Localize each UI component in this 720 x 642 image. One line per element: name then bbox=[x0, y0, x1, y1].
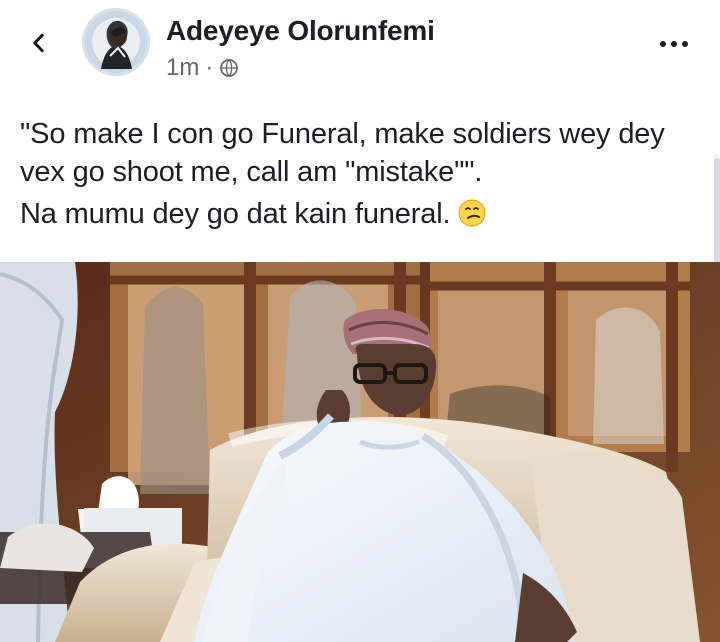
more-options-button[interactable] bbox=[658, 28, 690, 60]
author-name[interactable]: Adeyeye Olorunfemi bbox=[166, 14, 586, 48]
back-button[interactable] bbox=[22, 26, 56, 60]
smirk-emoji-icon bbox=[458, 199, 486, 227]
post-photo bbox=[0, 262, 720, 642]
post-header: Adeyeye Olorunfemi 1m · bbox=[0, 0, 720, 96]
chevron-left-icon bbox=[33, 33, 44, 53]
author-block: Adeyeye Olorunfemi 1m · bbox=[166, 14, 586, 82]
meta-separator: · bbox=[205, 54, 214, 81]
post-text-line-1: "So make I con go Funeral, make soldiers… bbox=[20, 118, 673, 188]
post-meta: 1m · bbox=[166, 54, 586, 82]
post-text: "So make I con go Funeral, make soldiers… bbox=[20, 115, 710, 237]
post-text-line-2: Na mumu dey go dat kain funeral. bbox=[20, 195, 710, 233]
post-image[interactable] bbox=[0, 262, 720, 642]
facebook-post-screen: Adeyeye Olorunfemi 1m · "So make I con g… bbox=[0, 0, 720, 642]
post-timestamp[interactable]: 1m bbox=[166, 54, 199, 82]
more-dots-icon bbox=[660, 41, 688, 47]
avatar[interactable] bbox=[82, 8, 150, 76]
avatar-image bbox=[82, 8, 150, 76]
globe-icon[interactable] bbox=[219, 58, 239, 78]
post-text-line-2-content: Na mumu dey go dat kain funeral. bbox=[20, 198, 451, 230]
